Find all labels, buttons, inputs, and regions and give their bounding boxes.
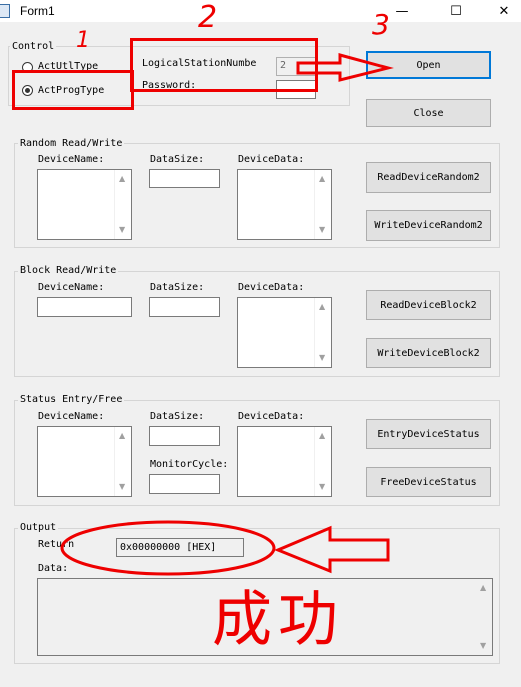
annotation-ellipse-return [60,520,276,576]
annotation-number-3: 3 [372,8,390,41]
annotation-arrow-return [274,525,390,574]
annotation-overlay [60,53,394,576]
annotation-arrow-open [296,53,394,82]
annotation-success-text: 成功 [212,585,344,655]
annotation-number-2: 2 [198,0,218,35]
annotation-number-1: 1 [76,28,90,53]
